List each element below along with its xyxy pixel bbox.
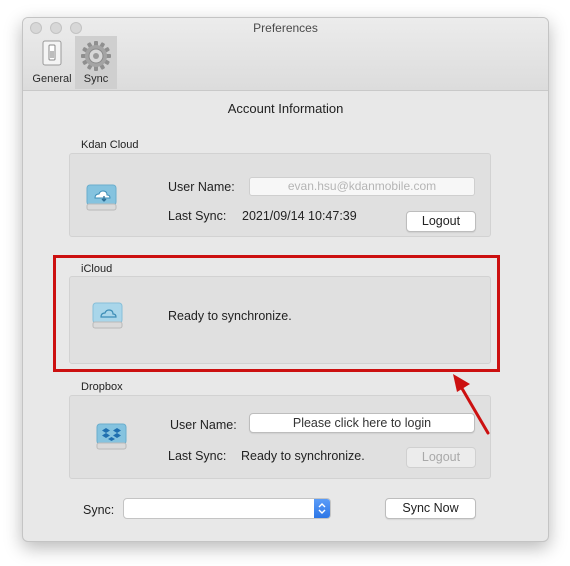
kdan-last-sync-label: Last Sync: [168, 209, 227, 223]
gear-icon [81, 41, 111, 71]
sync-label: Sync: [83, 503, 115, 517]
tab-sync-label: Sync [83, 73, 109, 85]
kdan-cloud-panel: User Name: evan.hsu@kdanmobile.com Last … [69, 153, 491, 237]
window-title: Preferences [253, 21, 318, 35]
dropbox-last-sync-value: Ready to synchronize. [241, 449, 365, 463]
switch-icon [42, 40, 62, 66]
dropbox-user-name-label: User Name: [170, 418, 237, 432]
sync-select[interactable] [123, 498, 331, 519]
titlebar: Preferences General Sync [23, 18, 548, 91]
kdan-cloud-label: Kdan Cloud [81, 139, 139, 151]
tab-sync[interactable]: Sync [75, 36, 117, 89]
kdan-user-name-label: User Name: [168, 180, 235, 194]
kdan-cloud-drive-icon [86, 184, 117, 211]
kdan-logout-button[interactable]: Logout [406, 211, 476, 232]
dropbox-label: Dropbox [81, 381, 123, 393]
sync-now-button[interactable]: Sync Now [385, 498, 476, 519]
annotation-arrow-icon [453, 374, 490, 435]
icloud-highlight-box [53, 255, 500, 372]
dropbox-panel: User Name: Please click here to login La… [69, 395, 491, 479]
dropbox-last-sync-label: Last Sync: [168, 449, 227, 463]
tab-general-label: General [32, 73, 72, 85]
dropbox-logout-button[interactable]: Logout [406, 447, 476, 468]
kdan-last-sync-value: 2021/09/14 10:47:39 [242, 209, 357, 223]
dropbox-drive-icon [96, 423, 127, 450]
page-title: Account Information [227, 101, 344, 116]
select-stepper-icon [314, 499, 330, 518]
kdan-user-name-field: evan.hsu@kdanmobile.com [249, 177, 475, 196]
tab-general[interactable]: General [31, 36, 73, 89]
